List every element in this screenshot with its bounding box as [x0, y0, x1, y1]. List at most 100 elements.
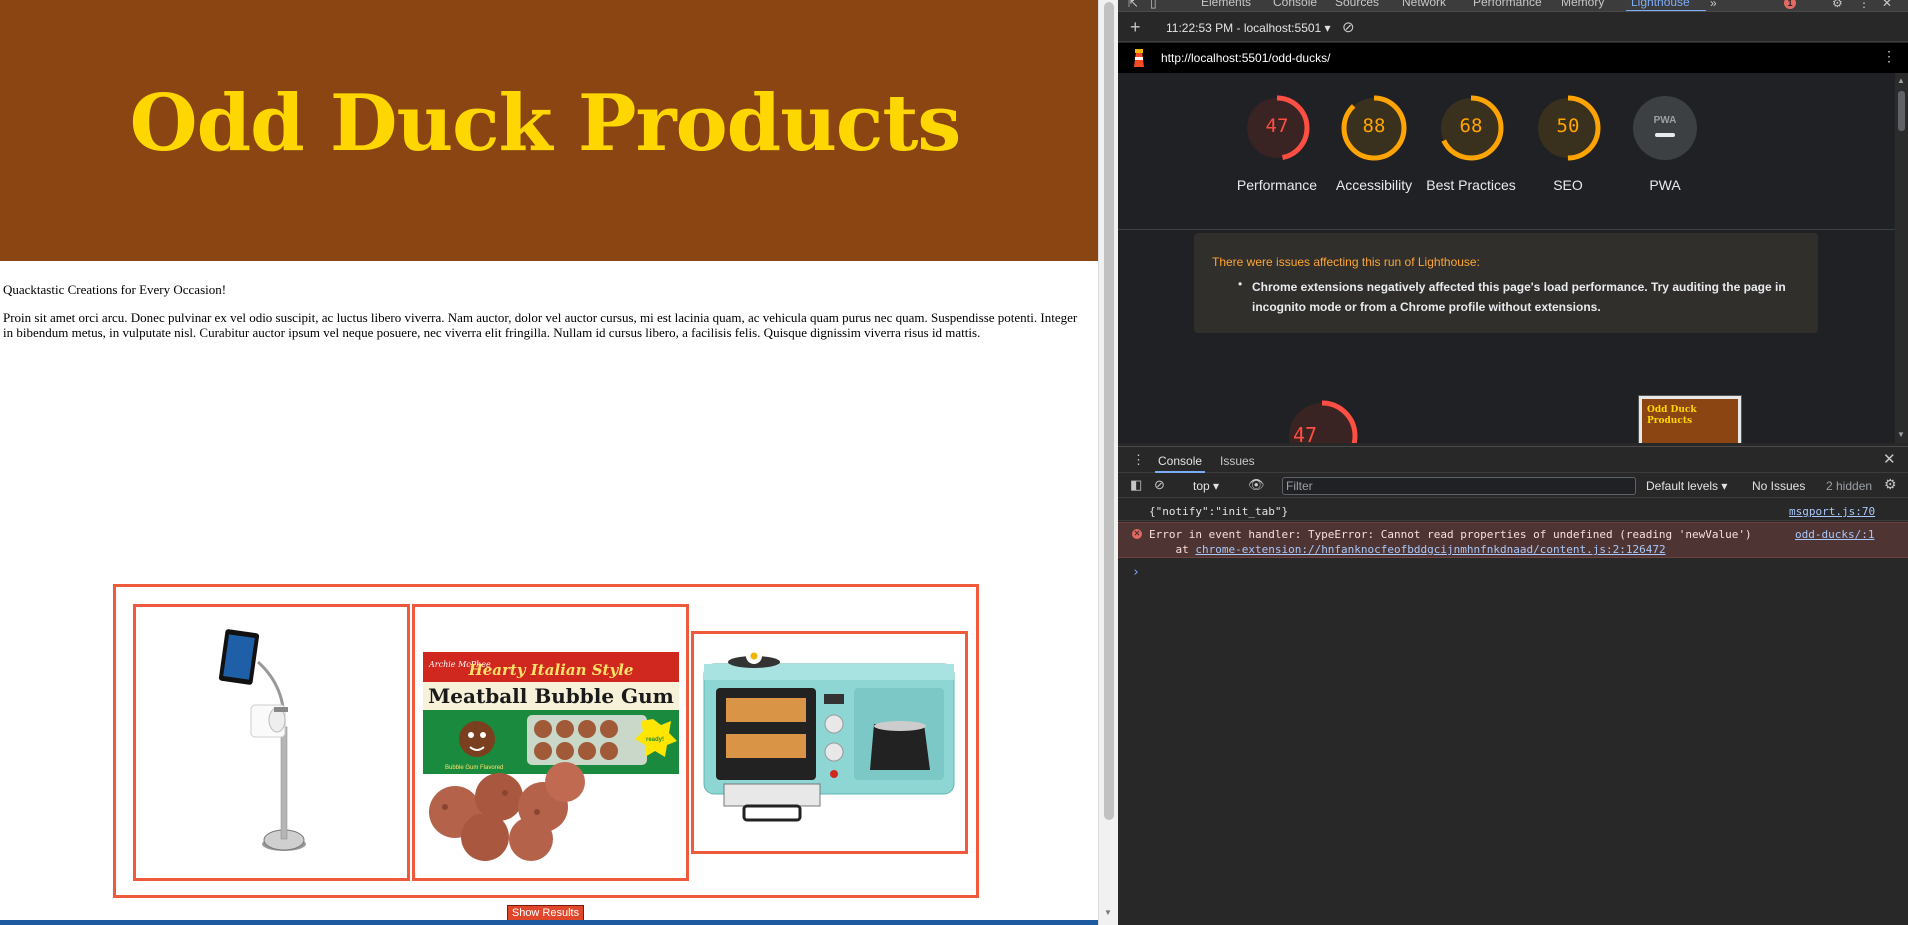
gauge-label: PWA	[1649, 177, 1681, 193]
drawer-tab-bar: ⋮ Console Issues ✕	[1118, 446, 1908, 473]
gauge-label: Best Practices	[1426, 177, 1516, 193]
page-title: Odd Duck Products	[129, 78, 962, 169]
gauge-seo[interactable]: 50 SEO	[1518, 93, 1618, 195]
gauge-label: SEO	[1553, 177, 1583, 193]
close-drawer-icon[interactable]: ✕	[1883, 450, 1896, 468]
web-page: Odd Duck Products Quacktastic Creations …	[0, 0, 1098, 925]
page-scrollbar[interactable]: ▼	[1098, 0, 1118, 925]
context-selector[interactable]: top ▾	[1193, 479, 1219, 493]
lighthouse-toolbar: + 11:22:53 PM - localhost:5501 ▾ ⊘	[1118, 13, 1908, 42]
error-source-link[interactable]: odd-ducks/:1	[1795, 528, 1874, 541]
console-prompt-icon[interactable]: ›	[1132, 565, 1140, 580]
gauge-score: 50	[1556, 115, 1580, 137]
lighthouse-url-bar: http://localhost:5501/odd-ducks/ ⋮	[1118, 43, 1908, 73]
page-header: Odd Duck Products	[0, 0, 1098, 261]
more-options-icon[interactable]: ⋮	[1858, 0, 1870, 10]
error-count-badge[interactable]: 1	[1784, 0, 1796, 9]
warning-box: There were issues affecting this run of …	[1194, 233, 1818, 333]
console-toolbar: ◧ ⊘ top ▾ 👁 Default levels ▾ No Issues 2…	[1118, 474, 1908, 498]
settings-gear-icon[interactable]: ⚙	[1832, 0, 1843, 10]
error-text: Error in event handler: TypeError: Canno…	[1149, 528, 1752, 541]
lighthouse-report: 47 Performance 88 Accessibility 68 Best …	[1118, 73, 1895, 443]
thumbnail-title: Odd Duck Products	[1642, 399, 1738, 443]
product-image-2[interactable]: Archie McPhee Hearty Italian Style Meatb…	[412, 604, 689, 881]
clear-console-icon[interactable]: ⊘	[1154, 477, 1165, 493]
product-image-1[interactable]	[133, 604, 410, 881]
product-gallery: Archie McPhee Hearty Italian Style Meatb…	[113, 584, 979, 898]
clear-reports-icon[interactable]: ⊘	[1342, 18, 1355, 36]
report-divider	[1118, 229, 1895, 230]
tab-lighthouse[interactable]: Lighthouse	[1631, 0, 1690, 9]
tab-elements[interactable]: Elements	[1201, 0, 1251, 9]
close-devtools-icon[interactable]: ✕	[1882, 0, 1892, 10]
tab-performance[interactable]: Performance	[1473, 0, 1542, 9]
gauge-label: Accessibility	[1335, 177, 1413, 193]
active-tab-indicator	[1626, 10, 1706, 11]
report-scroll-thumb[interactable]	[1898, 91, 1905, 131]
hidden-messages-count: 2 hidden	[1826, 479, 1873, 493]
error-icon: ✕	[1132, 529, 1142, 539]
meatball-gum-image: Archie McPhee Hearty Italian Style Meatb…	[423, 652, 679, 861]
report-menu-icon[interactable]: ⋮	[1882, 48, 1896, 65]
lighthouse-logo-icon	[1134, 49, 1144, 67]
gauge-score: 88	[1362, 115, 1386, 137]
tab-console[interactable]: Console	[1273, 0, 1317, 9]
sidebar-toggle-icon[interactable]: ◧	[1130, 477, 1142, 493]
description-paragraph: Proin sit amet orci arcu. Donec pulvinar…	[3, 310, 1078, 340]
device-toolbar-icon[interactable]: ▯	[1150, 0, 1157, 10]
gauge-score: 68	[1459, 115, 1483, 137]
gauge-label: Performance	[1236, 177, 1318, 193]
new-report-icon[interactable]: +	[1130, 17, 1141, 38]
gum-line-1: Hearty Italian Style	[468, 661, 634, 679]
drawer-active-indicator	[1155, 471, 1205, 473]
log-levels-dropdown[interactable]: Default levels ▾	[1646, 479, 1727, 493]
scroll-up-arrow-icon[interactable]: ▲	[1897, 76, 1905, 85]
console-message-info: {"notify":"init_tab"} msgport.js:70	[1118, 501, 1908, 521]
error-stack-line: at chrome-extension://hnfanknocfeofbddgc…	[1149, 543, 1665, 556]
toaster-oven-image	[703, 648, 955, 822]
live-expression-eye-icon[interactable]: 👁	[1248, 477, 1265, 493]
gum-footer: Bubble Gum Flavored	[445, 765, 503, 771]
issues-counter[interactable]: No Issues	[1752, 479, 1805, 493]
stack-link[interactable]: chrome-extension://hnfanknocfeofbddgcijn…	[1195, 543, 1665, 556]
console-settings-gear-icon[interactable]: ⚙	[1884, 476, 1897, 493]
more-tabs-icon[interactable]: »	[1710, 0, 1717, 10]
product-image-3[interactable]	[691, 631, 968, 854]
tab-memory[interactable]: Memory	[1561, 0, 1604, 9]
warning-bullet-icon: •	[1238, 277, 1243, 291]
taskbar-edge	[0, 920, 1098, 925]
report-scrollbar[interactable]: ▲ ▼	[1895, 73, 1908, 443]
drawer-menu-icon[interactable]: ⋮	[1132, 452, 1145, 468]
pwa-badge-text: PWA	[1654, 115, 1677, 126]
stack-prefix: at	[1149, 543, 1196, 556]
scroll-down-arrow-icon[interactable]: ▼	[1897, 430, 1905, 439]
page-screenshot-thumbnail[interactable]: Odd Duck Products	[1638, 395, 1742, 443]
inspect-icon[interactable]: ⇱	[1128, 0, 1138, 10]
gum-line-2: Meatball Bubble Gum	[428, 684, 674, 708]
gauge-accessibility[interactable]: 88 Accessibility	[1324, 93, 1424, 195]
warning-title: There were issues affecting this run of …	[1212, 255, 1480, 269]
report-selector[interactable]: 11:22:53 PM - localhost:5501 ▾	[1166, 21, 1331, 35]
gauge-best-practices[interactable]: 68 Best Practices	[1421, 93, 1521, 195]
console-filter-input[interactable]	[1282, 477, 1636, 495]
drawer-tab-issues[interactable]: Issues	[1220, 454, 1255, 468]
gauge-performance[interactable]: 47 Performance	[1227, 93, 1327, 195]
gauge-score: 47	[1265, 115, 1289, 137]
tab-network[interactable]: Network	[1402, 0, 1446, 9]
audited-url: http://localhost:5501/odd-ducks/	[1161, 51, 1331, 65]
message-source-link[interactable]: msgport.js:70	[1789, 505, 1875, 518]
devtools-tab-bar: ⇱ ▯ Elements Console Sources Network Per…	[1118, 0, 1908, 12]
tablet-stand-image	[218, 629, 306, 851]
devtools-panel: ⇱ ▯ Elements Console Sources Network Per…	[1118, 0, 1908, 925]
scroll-down-arrow-icon[interactable]: ▼	[1104, 908, 1112, 917]
message-text: {"notify":"init_tab"}	[1149, 505, 1289, 518]
console-message-error: ✕ Error in event handler: TypeError: Can…	[1118, 522, 1908, 558]
tagline: Quacktastic Creations for Every Occasion…	[3, 282, 227, 297]
svg-text:ready!: ready!	[646, 737, 664, 743]
page-scroll-thumb[interactable]	[1104, 2, 1114, 820]
warning-item: Chrome extensions negatively affected th…	[1252, 280, 1786, 314]
tab-sources[interactable]: Sources	[1335, 0, 1379, 9]
drawer-tab-console[interactable]: Console	[1158, 454, 1202, 468]
gauge-pwa[interactable]: PWA PWA	[1615, 93, 1715, 195]
performance-score-large: 47	[1293, 423, 1318, 443]
